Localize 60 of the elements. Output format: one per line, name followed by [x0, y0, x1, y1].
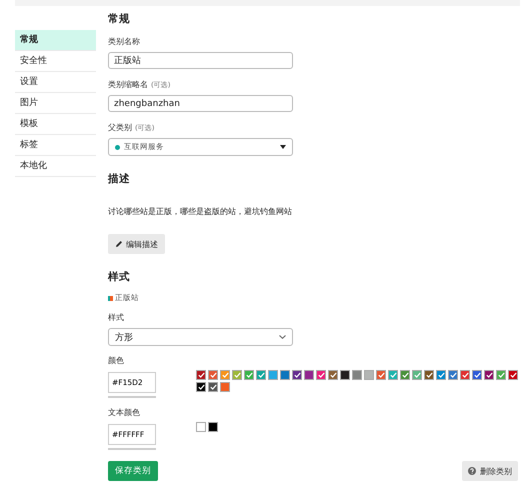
color-swatch[interactable] [196, 382, 206, 392]
sidebar-item[interactable]: 模板 [15, 114, 96, 135]
field-label: 父类别 [108, 122, 132, 133]
color-swatch[interactable] [460, 370, 470, 380]
field-label: 文本颜色 [108, 407, 141, 418]
delete-category-button[interactable]: 删除类别 [462, 461, 518, 481]
sidebar-item[interactable]: 图片 [15, 93, 96, 114]
color-swatch[interactable] [220, 382, 230, 392]
color-swatch[interactable] [256, 370, 266, 380]
sidebar-item[interactable]: 安全性 [15, 51, 96, 72]
section-heading: 描述 [108, 172, 131, 186]
color-swatch[interactable] [472, 370, 482, 380]
field-label: 类别缩略名 [108, 79, 148, 90]
sidebar-item[interactable]: 设置 [15, 72, 96, 93]
description-text: 讨论哪些站是正版，哪些是盗版的站，避坑钓鱼网站 [108, 206, 293, 217]
field-label: 颜色 [108, 355, 125, 366]
color-swatch[interactable] [220, 370, 230, 380]
style-select[interactable]: 方形 [108, 328, 293, 346]
color-swatch[interactable] [280, 370, 290, 380]
color-swatch[interactable] [496, 370, 506, 380]
color-swatch[interactable] [208, 370, 218, 380]
name-field[interactable]: 正版站 [108, 52, 293, 69]
field-label: 类别名称 [108, 36, 140, 47]
color-swatch[interactable] [352, 370, 362, 380]
color-swatch[interactable] [196, 422, 206, 432]
color-swatch[interactable] [364, 370, 374, 380]
color-swatch[interactable] [388, 370, 398, 380]
category-badge-icon [108, 296, 113, 300]
color-swatch[interactable] [400, 370, 410, 380]
color-swatch[interactable] [196, 370, 206, 380]
sidebar-item[interactable]: 本地化 [15, 156, 96, 177]
color-swatch[interactable] [292, 370, 302, 380]
color-swatch[interactable] [448, 370, 458, 380]
category-dot-icon [115, 144, 120, 150]
color-swatch[interactable] [244, 370, 254, 380]
edit-description-button[interactable]: 编辑描述 [108, 234, 165, 254]
color-swatch[interactable] [316, 370, 326, 380]
color-swatch[interactable] [208, 382, 218, 392]
section-heading: 常规 [108, 12, 131, 26]
color-swatch[interactable] [340, 370, 350, 380]
sidebar-item[interactable]: 常规 [15, 30, 96, 51]
pencil-icon [115, 240, 123, 248]
color-swatch[interactable] [268, 370, 278, 380]
chevron-down-icon [279, 335, 286, 339]
question-icon [468, 467, 476, 475]
field-label: 样式 [108, 312, 125, 323]
color-swatch[interactable] [304, 370, 314, 380]
color-swatch[interactable] [424, 370, 434, 380]
section-heading: 样式 [108, 270, 131, 284]
color-swatch[interactable] [508, 370, 518, 380]
color-swatch[interactable] [436, 370, 446, 380]
color-swatch[interactable] [232, 370, 242, 380]
color-swatch[interactable] [208, 422, 218, 432]
caret-icon [280, 145, 286, 149]
slug-field[interactable]: zhengbanzhan [108, 95, 293, 112]
color-swatch[interactable] [328, 370, 338, 380]
color-swatch[interactable] [484, 370, 494, 380]
color-swatch[interactable] [412, 370, 422, 380]
sidebar-item[interactable]: 标签 [15, 135, 96, 156]
color-swatch[interactable] [376, 370, 386, 380]
